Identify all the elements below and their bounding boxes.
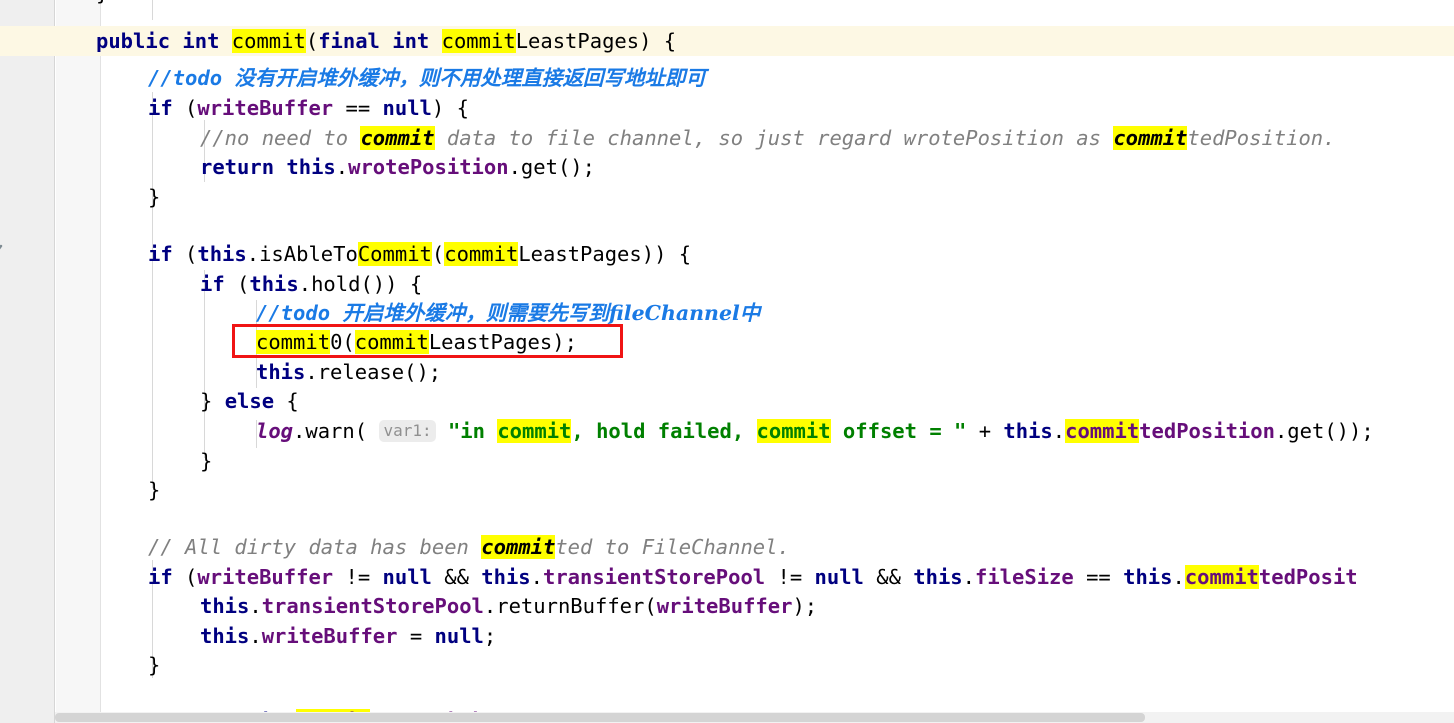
code-line-comment-no-need[interactable]: //no need to commit data to file channel…: [0, 123, 1454, 153]
code-line[interactable]: this.release();: [0, 357, 1454, 387]
code-line-text: if (this.isAbleToCommit(commitLeastPages…: [148, 242, 692, 266]
code-line-comment-all-dirty[interactable]: // All dirty data has been committed to …: [0, 532, 1454, 562]
code-line-commit0-call[interactable]: commit0(commitLeastPages);: [0, 327, 1454, 357]
code-line-text: }: [96, 0, 108, 8]
code-line[interactable]: if (this.hold()) {: [0, 269, 1454, 299]
code-line-text: //no need to commit data to file channel…: [200, 126, 1336, 150]
code-line-text: if (writeBuffer == null) {: [148, 96, 469, 120]
code-line[interactable]: return this.wrotePosition.get();: [0, 152, 1454, 182]
code-line[interactable]: }: [0, 0, 1454, 8]
code-line[interactable]: }: [0, 650, 1454, 680]
code-line-text: if (writeBuffer != null && this.transien…: [148, 565, 1358, 589]
code-line-text: }: [148, 478, 161, 502]
todo-comment-chinese-1: 没有开启堆外缓冲，则不用处理直接返回写地址即可: [234, 66, 706, 90]
code-line[interactable]: }: [0, 446, 1454, 476]
code-line-text: }: [148, 653, 161, 677]
todo-comment-chinese-2: 开启堆外缓冲，则需要先写到fileChannel中: [342, 301, 761, 325]
code-line-text: return this.wrotePosition.get();: [200, 155, 595, 179]
horizontal-scrollbar-thumb[interactable]: [55, 713, 1145, 722]
code-line[interactable]: this.transientStorePool.returnBuffer(wri…: [0, 591, 1454, 621]
code-line-todo-comment-2[interactable]: //todo 开启堆外缓冲，则需要先写到fileChannel中: [0, 298, 1454, 328]
code-line[interactable]: this.writeBuffer = null;: [0, 621, 1454, 651]
code-content[interactable]: } public int commit(final int commitLeas…: [0, 0, 1454, 723]
code-line[interactable]: } else {: [0, 386, 1454, 416]
code-line-text: } else {: [200, 389, 299, 413]
code-line[interactable]: }: [0, 475, 1454, 505]
code-line-if-write-buffer[interactable]: if (writeBuffer != null && this.transien…: [0, 562, 1454, 592]
code-line-text: public int commit(final int commitLeastP…: [96, 29, 677, 53]
code-line[interactable]: if (writeBuffer == null) {: [0, 93, 1454, 123]
code-line[interactable]: }: [0, 182, 1454, 212]
code-line-text: commit0(commitLeastPages);: [256, 330, 577, 354]
code-line-text: // All dirty data has been committed to …: [148, 535, 790, 559]
code-line-method-declaration[interactable]: public int commit(final int commitLeastP…: [0, 26, 1454, 56]
code-line-todo-comment-1[interactable]: //todo 没有开启堆外缓冲，则不用处理直接返回写地址即可: [0, 63, 1454, 93]
code-line-text: }: [148, 185, 161, 209]
code-line-text: //todo 开启堆外缓冲，则需要先写到fileChannel中: [256, 301, 761, 325]
code-line-text: this.writeBuffer = null;: [200, 624, 497, 648]
code-editor[interactable]: } public int commit(final int commitLeas…: [0, 0, 1454, 723]
code-line-log-warn[interactable]: log.warn( var1: "in commit, hold failed,…: [0, 416, 1454, 446]
code-line-text: if (this.hold()) {: [200, 272, 423, 296]
code-line-text: //todo 没有开启堆外缓冲，则不用处理直接返回写地址即可: [148, 66, 706, 90]
horizontal-scrollbar-track[interactable]: [55, 712, 1454, 723]
code-line-text: this.transientStorePool.returnBuffer(wri…: [200, 594, 818, 618]
code-line[interactable]: if (this.isAbleToCommit(commitLeastPages…: [0, 239, 1454, 269]
code-line-text: }: [200, 449, 213, 473]
code-line-text: this.release();: [256, 360, 442, 384]
code-line-text: log.warn( var1: "in commit, hold failed,…: [256, 419, 1374, 443]
inlay-hint-var1[interactable]: var1:: [379, 420, 436, 442]
